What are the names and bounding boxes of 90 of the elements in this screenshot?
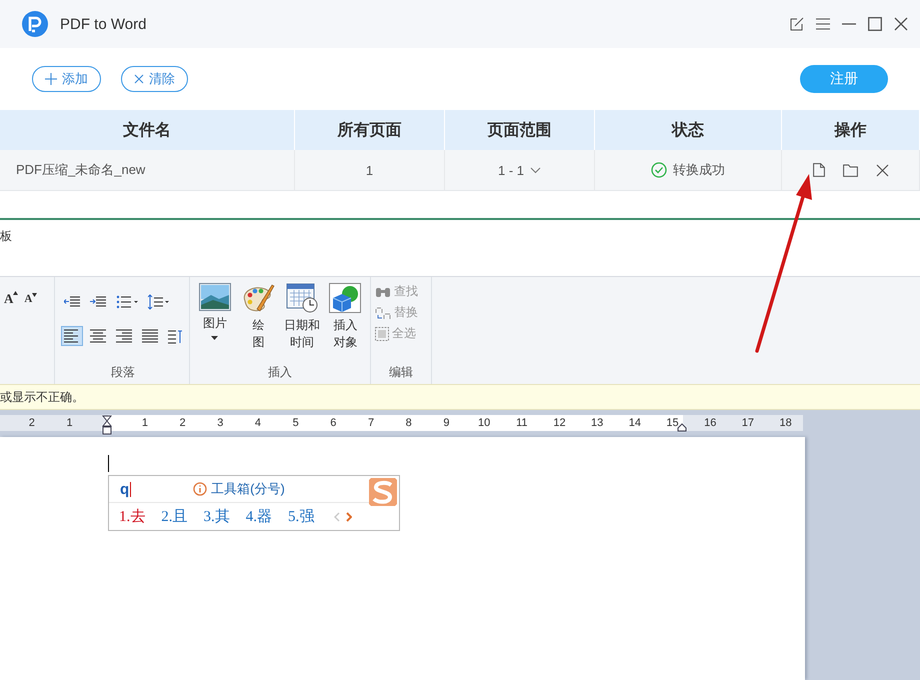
app-logo-icon [22, 11, 48, 37]
delete-button[interactable] [876, 164, 888, 176]
close-button[interactable] [894, 17, 908, 31]
caret-down-icon [32, 293, 38, 297]
ime-candidate[interactable]: 4.器 [246, 507, 272, 526]
align-center-icon [90, 329, 106, 343]
group-label: 插入 [267, 364, 293, 380]
outdent-icon [64, 295, 80, 309]
ruler-number: 11 [516, 416, 528, 431]
datetime-button[interactable]: 日期和时间 [283, 283, 320, 364]
ruler-number: 8 [406, 416, 412, 431]
next-page-button[interactable] [346, 512, 352, 522]
text-cursor [108, 455, 109, 472]
bullet-list-icon [116, 295, 138, 309]
paragraph-icon [168, 328, 182, 344]
page-range-dropdown[interactable]: 1 - 1 [492, 162, 547, 178]
ime-candidate[interactable]: 3.其 [204, 507, 230, 526]
calendar-clock-icon [286, 283, 318, 313]
close-icon [894, 17, 908, 31]
notice-text: 或显示不正确。 [0, 388, 84, 406]
paint-button[interactable]: 绘图 [240, 283, 277, 364]
ruler-number: 12 [553, 416, 566, 431]
ruler-number: 1 [66, 416, 73, 431]
plus-icon [45, 73, 57, 85]
add-button[interactable]: 添加 [32, 66, 101, 92]
shrink-font-button[interactable]: A [24, 293, 38, 305]
window-title: PDF to Word [60, 16, 148, 32]
maximize-icon [868, 17, 882, 31]
register-button[interactable]: 注册 [800, 65, 888, 93]
group-label: 编辑 [388, 364, 414, 380]
maximize-button[interactable] [868, 17, 882, 31]
chevron-right-icon [346, 512, 352, 522]
indent-marker-icon [102, 415, 112, 435]
binoculars-icon [375, 286, 391, 298]
caret-up-icon [13, 291, 18, 295]
ruler-number: 5 [292, 416, 299, 431]
chevron-down-icon [530, 166, 541, 174]
menu-icon [816, 18, 830, 30]
info-icon [193, 482, 208, 496]
menu-text: 板 [0, 229, 12, 243]
edit-icon [790, 17, 804, 31]
ime-candidate[interactable]: 2.且 [161, 507, 188, 526]
palette-icon [241, 283, 276, 313]
image-icon [198, 283, 231, 311]
ruler-number: 16 [704, 416, 716, 431]
menu-button[interactable] [816, 18, 830, 30]
table-cell: 1 [366, 162, 374, 178]
ruler-number: 7 [368, 416, 374, 431]
group-label: 段落 [110, 364, 136, 380]
align-left-button[interactable] [61, 326, 83, 346]
file-icon [812, 163, 824, 177]
feedback-button[interactable] [790, 17, 804, 31]
ruler-number: 3 [217, 416, 224, 431]
ruler-number: 10 [478, 416, 490, 431]
toolbox-link[interactable]: 工具箱(分号) [193, 480, 285, 498]
ruler-number: 4 [254, 416, 262, 431]
chevron-left-icon [334, 512, 340, 522]
folder-icon [842, 164, 858, 176]
ruler-number: 14 [628, 416, 641, 431]
close-icon [134, 74, 144, 84]
close-icon [876, 164, 888, 176]
ruler-number: 2 [180, 416, 186, 431]
ruler-number: 9 [443, 416, 450, 431]
check-circle-icon [651, 162, 667, 178]
ruler-number: 17 [742, 416, 754, 431]
right-indent-marker-icon [677, 423, 687, 432]
open-file-button[interactable] [812, 163, 824, 177]
ime-candidate[interactable]: 5.强 [288, 507, 314, 526]
ruler-number: 15 [666, 416, 679, 431]
status-text: 转换成功 [673, 161, 725, 179]
ime-candidate[interactable]: 1.去 [119, 507, 146, 526]
replace-icon [375, 306, 391, 320]
justify-icon [142, 329, 158, 343]
ruler-number: 1 [142, 416, 148, 431]
dropdown-icon [211, 336, 218, 340]
align-right-icon [116, 329, 132, 343]
clear-button[interactable]: 清除 [121, 66, 188, 92]
ruler-number: 13 [591, 416, 604, 431]
ruler-number: 18 [779, 416, 792, 431]
image-button[interactable]: 图片 [196, 283, 234, 364]
indent-icon [90, 295, 106, 309]
object-button[interactable]: 插入对象 [326, 283, 364, 364]
ruler-number: 6 [330, 416, 336, 431]
grow-font-button[interactable]: A [4, 291, 18, 307]
line-spacing-icon [148, 294, 170, 310]
align-left-icon [64, 329, 80, 343]
open-folder-button[interactable] [842, 164, 858, 176]
ruler-number: 2 [28, 416, 35, 431]
select-all-icon [375, 326, 389, 340]
table-cell: PDF压缩_未命名_new [16, 161, 146, 179]
